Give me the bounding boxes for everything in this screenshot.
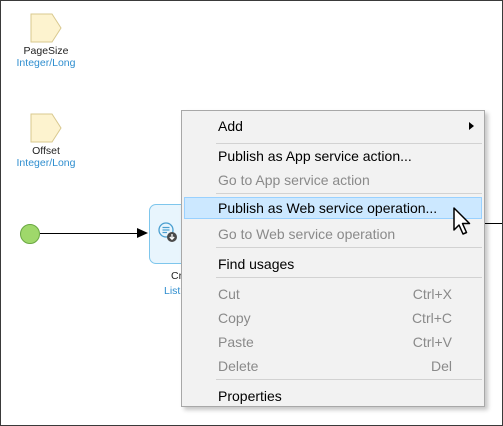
parameter-icon [30,113,62,143]
menu-separator [216,247,482,248]
sequence-flow-right[interactable] [485,223,502,224]
parameter-name: PageSize [23,45,69,57]
menu-item-publish-app-service-action[interactable]: Publish as App service action... [184,145,482,167]
menu-item-find-usages[interactable]: Find usages [184,253,482,275]
context-menu: Add Publish as App service action... Go … [181,110,485,407]
parameter-type: Integer/Long [16,57,76,69]
menu-item-cut[interactable]: Cut Ctrl+X [184,283,482,305]
menu-separator [216,193,482,194]
parameter-name: Offset [32,145,60,157]
menu-item-delete[interactable]: Delete Del [184,355,482,377]
mouse-cursor-icon [453,207,471,235]
menu-separator [216,277,482,278]
menu-separator [216,143,482,144]
sequence-flow[interactable] [40,233,140,234]
menu-item-go-to-app-service-action[interactable]: Go to App service action [184,169,482,191]
parameter-pagesize[interactable]: PageSize Integer/Long [1,13,91,69]
menu-item-go-to-web-service-operation[interactable]: Go to Web service operation [184,223,482,245]
arrow-head-icon [137,228,148,238]
menu-item-add[interactable]: Add [184,115,482,137]
parameter-icon [30,13,62,43]
start-event[interactable] [20,224,40,244]
submenu-arrow-icon [469,122,474,130]
menu-item-publish-web-service-operation[interactable]: Publish as Web service operation... [184,197,482,219]
parameter-offset[interactable]: Offset Integer/Long [1,113,91,169]
menu-item-paste[interactable]: Paste Ctrl+V [184,331,482,353]
menu-item-properties[interactable]: Properties [184,385,482,407]
menu-item-copy[interactable]: Copy Ctrl+C [184,307,482,329]
activity-type: List [164,285,181,297]
menu-separator [216,379,482,380]
microflow-canvas[interactable]: PageSize Integer/Long Offset Integer/Lon… [0,0,503,426]
create-list-icon [158,222,177,242]
parameter-type: Integer/Long [16,157,76,169]
